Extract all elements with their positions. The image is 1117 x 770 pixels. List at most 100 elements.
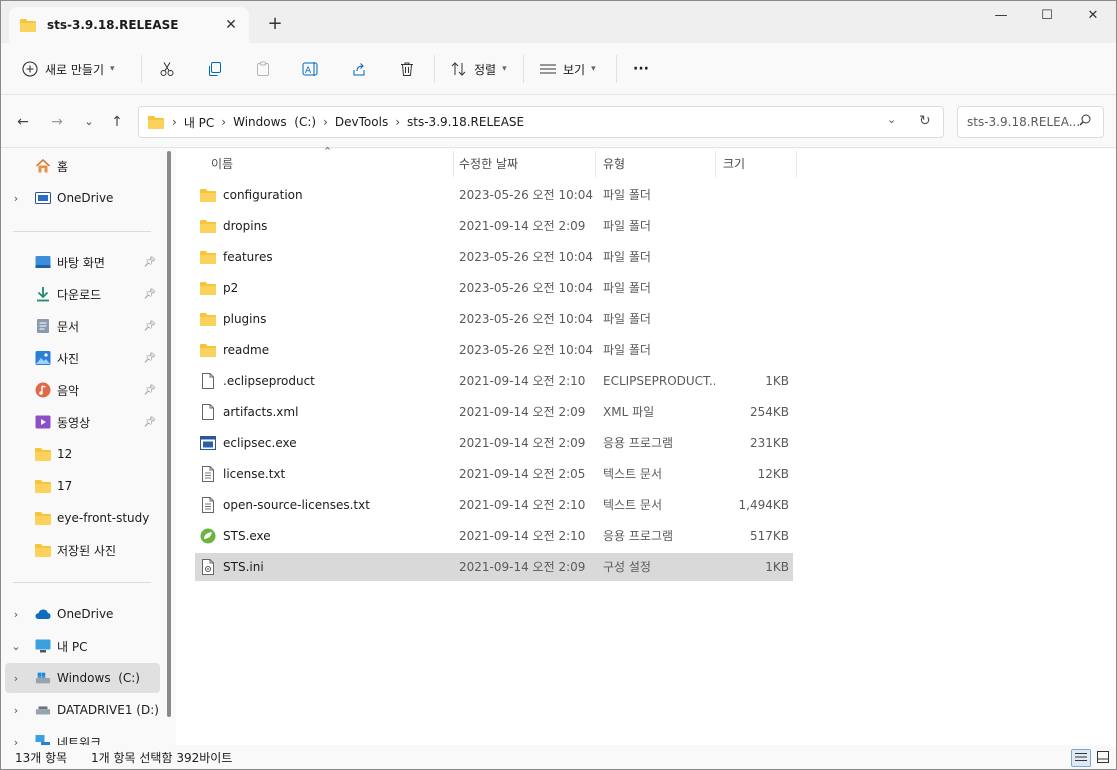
sts-app-icon — [199, 527, 217, 545]
sidebar-item-eye-front-study[interactable]: eye-front-study — [5, 503, 160, 533]
chevron-right-icon[interactable]: › — [5, 704, 27, 717]
file-type: 파일 폴더 — [603, 250, 651, 264]
chevron-right-icon[interactable]: › — [5, 736, 27, 746]
sidebar-item-music[interactable]: 음악 📌︎ — [5, 375, 160, 405]
file-row[interactable]: configuration 2023-05-26 오전 10:04 파일 폴더 — [195, 181, 793, 209]
sort-button[interactable]: 정렬 ▾ — [450, 55, 507, 83]
sidebar-item-onedrive-personal[interactable]: › OneDrive — [5, 183, 160, 213]
recent-locations-button[interactable]: ⌄ — [77, 110, 101, 134]
sidebar-item-folder-17[interactable]: 17 — [5, 471, 160, 501]
sidebar-item-downloads[interactable]: 다운로드 📌︎ — [5, 279, 160, 309]
file-row[interactable]: features 2023-05-26 오전 10:04 파일 폴더 — [195, 243, 793, 271]
share-button[interactable] — [350, 55, 368, 83]
rename-button[interactable]: A — [302, 55, 320, 83]
app-icon — [199, 434, 217, 452]
minimize-button[interactable]: — — [978, 1, 1024, 33]
tab-close-button[interactable]: ✕ — [219, 17, 243, 33]
file-date: 2023-05-26 오전 10:04 — [459, 312, 594, 326]
config-file-icon — [199, 558, 217, 576]
address-history-chevron-icon[interactable]: ⌄ — [887, 113, 896, 126]
new-tab-button[interactable]: + — [263, 13, 287, 37]
file-row[interactable]: plugins 2023-05-26 오전 10:04 파일 폴더 — [195, 305, 793, 333]
sidebar-item-saved-pictures[interactable]: 저장된 사진 — [5, 535, 160, 565]
tab-current-folder[interactable]: sts-3.9.18.RELEASE ✕ — [9, 7, 249, 43]
file-row[interactable]: open-source-licenses.txt 2021-09-14 오전 2:… — [195, 491, 793, 519]
maximize-button[interactable]: ☐ — [1024, 1, 1070, 33]
file-row[interactable]: license.txt 2021-09-14 오전 2:05 텍스트 문서 12KB — [195, 460, 793, 488]
column-divider[interactable] — [453, 151, 454, 177]
close-button[interactable]: ✕ — [1070, 1, 1116, 33]
file-row[interactable]: eclipsec.exe 2021-09-14 오전 2:09 응용 프로그램 231… — [195, 429, 793, 457]
breadcrumb-current-folder[interactable]: sts-3.9.18.RELEASE — [407, 115, 524, 129]
sidebar-item-desktop[interactable]: 바탕 화면 📌︎ — [5, 247, 160, 277]
sidebar-item-drive-c[interactable]: › Windows (C:) — [5, 663, 160, 693]
breadcrumb-separator[interactable]: › — [221, 115, 226, 129]
forward-button[interactable]: → — [45, 110, 69, 134]
breadcrumb-separator[interactable]: › — [395, 115, 400, 129]
breadcrumb-devtools[interactable]: DevTools — [335, 115, 388, 129]
file-name-cell: configuration — [199, 181, 303, 209]
file-row[interactable]: p2 2023-05-26 오전 10:04 파일 폴더 — [195, 274, 793, 302]
column-divider[interactable] — [796, 151, 797, 177]
file-row[interactable]: STS.ini 2021-09-14 오전 2:09 구성 설정 1KB — [195, 553, 793, 581]
refresh-icon[interactable]: ↻ — [919, 113, 931, 129]
chevron-right-icon[interactable]: › — [5, 672, 27, 685]
pin-icon[interactable]: 📌︎ — [143, 417, 156, 428]
file-name: configuration — [223, 188, 303, 202]
pin-icon[interactable]: 📌︎ — [143, 257, 156, 268]
file-row[interactable]: readme 2023-05-26 오전 10:04 파일 폴더 — [195, 336, 793, 364]
details-view-button[interactable] — [1071, 749, 1091, 767]
column-header-date[interactable]: 수정한 날짜 — [459, 149, 518, 177]
pin-icon[interactable]: 📌︎ — [143, 289, 156, 300]
pin-icon[interactable]: 📌︎ — [143, 353, 156, 364]
breadcrumb-separator[interactable]: › — [323, 115, 328, 129]
sidebar-item-this-pc[interactable]: ⌄ 내 PC — [5, 631, 160, 661]
column-header-name[interactable]: 이름 — [211, 149, 233, 177]
more-options-button[interactable]: ··· — [633, 55, 649, 83]
sidebar-item-videos[interactable]: 동영상 📌︎ — [5, 407, 160, 437]
tiles-view-icon — [1097, 750, 1109, 766]
paste-button[interactable] — [254, 55, 272, 83]
file-date: 2021-09-14 오전 2:10 — [459, 374, 586, 388]
file-row[interactable]: .eclipseproduct 2021-09-14 오전 2:10 ECLIPSE… — [195, 367, 793, 395]
cut-button[interactable] — [158, 55, 176, 83]
breadcrumb-drive-c[interactable]: Windows (C:) — [233, 115, 316, 129]
sidebar-item-drive-d[interactable]: › DATADRIVE1 (D:) — [5, 695, 160, 725]
sidebar-item-documents[interactable]: 문서 📌︎ — [5, 311, 160, 341]
file-name-cell: features — [199, 243, 273, 271]
file-row[interactable]: STS.exe 2021-09-14 오전 2:10 응용 프로그램 517KB — [195, 522, 793, 550]
file-row[interactable]: artifacts.xml 2021-09-14 오전 2:09 XML 파일 254… — [195, 398, 793, 426]
up-button[interactable]: ↑ — [105, 110, 129, 134]
new-button[interactable]: 새로 만들기 ▾ — [21, 55, 115, 83]
search-input[interactable]: sts-3.9.18.RELEA... — [957, 106, 1104, 138]
view-label: 보기 — [563, 62, 586, 77]
item-count: 13개 항목 — [15, 750, 68, 765]
column-header-type[interactable]: 유형 — [603, 149, 625, 177]
file-size: 12KB — [757, 467, 789, 481]
sidebar-item-onedrive[interactable]: › OneDrive — [5, 599, 160, 629]
column-divider[interactable] — [715, 151, 716, 177]
view-button[interactable]: 보기 ▾ — [539, 55, 596, 83]
pin-icon[interactable]: 📌︎ — [143, 321, 156, 332]
sidebar-item-label: 저장된 사진 — [57, 543, 117, 558]
column-header-size[interactable]: 크기 — [723, 149, 745, 177]
copy-button[interactable] — [206, 55, 224, 83]
back-button[interactable]: ← — [11, 110, 35, 134]
delete-button[interactable] — [398, 55, 416, 83]
tiles-view-button[interactable] — [1093, 749, 1113, 767]
address-bar[interactable]: › 내 PC › Windows (C:) › DevTools › sts-3… — [138, 106, 944, 138]
sidebar-item-home[interactable]: 홈 — [5, 151, 160, 181]
sidebar-item-pictures[interactable]: 사진 📌︎ — [5, 343, 160, 373]
sidebar-item-folder-12[interactable]: 12 — [5, 439, 160, 469]
sidebar-item-network[interactable]: › 네트워크 — [5, 727, 160, 745]
breadcrumb-this-pc[interactable]: 내 PC — [184, 114, 214, 131]
windows-drive-icon — [35, 670, 51, 686]
chevron-down-icon[interactable]: ⌄ — [5, 640, 27, 653]
column-divider[interactable] — [595, 151, 596, 177]
folder-icon — [199, 279, 217, 297]
chevron-right-icon[interactable]: › — [5, 192, 27, 205]
pin-icon[interactable]: 📌︎ — [143, 385, 156, 396]
sidebar-scrollbar[interactable] — [167, 151, 171, 717]
file-row[interactable]: dropins 2021-09-14 오전 2:09 파일 폴더 — [195, 212, 793, 240]
chevron-right-icon[interactable]: › — [5, 608, 27, 621]
